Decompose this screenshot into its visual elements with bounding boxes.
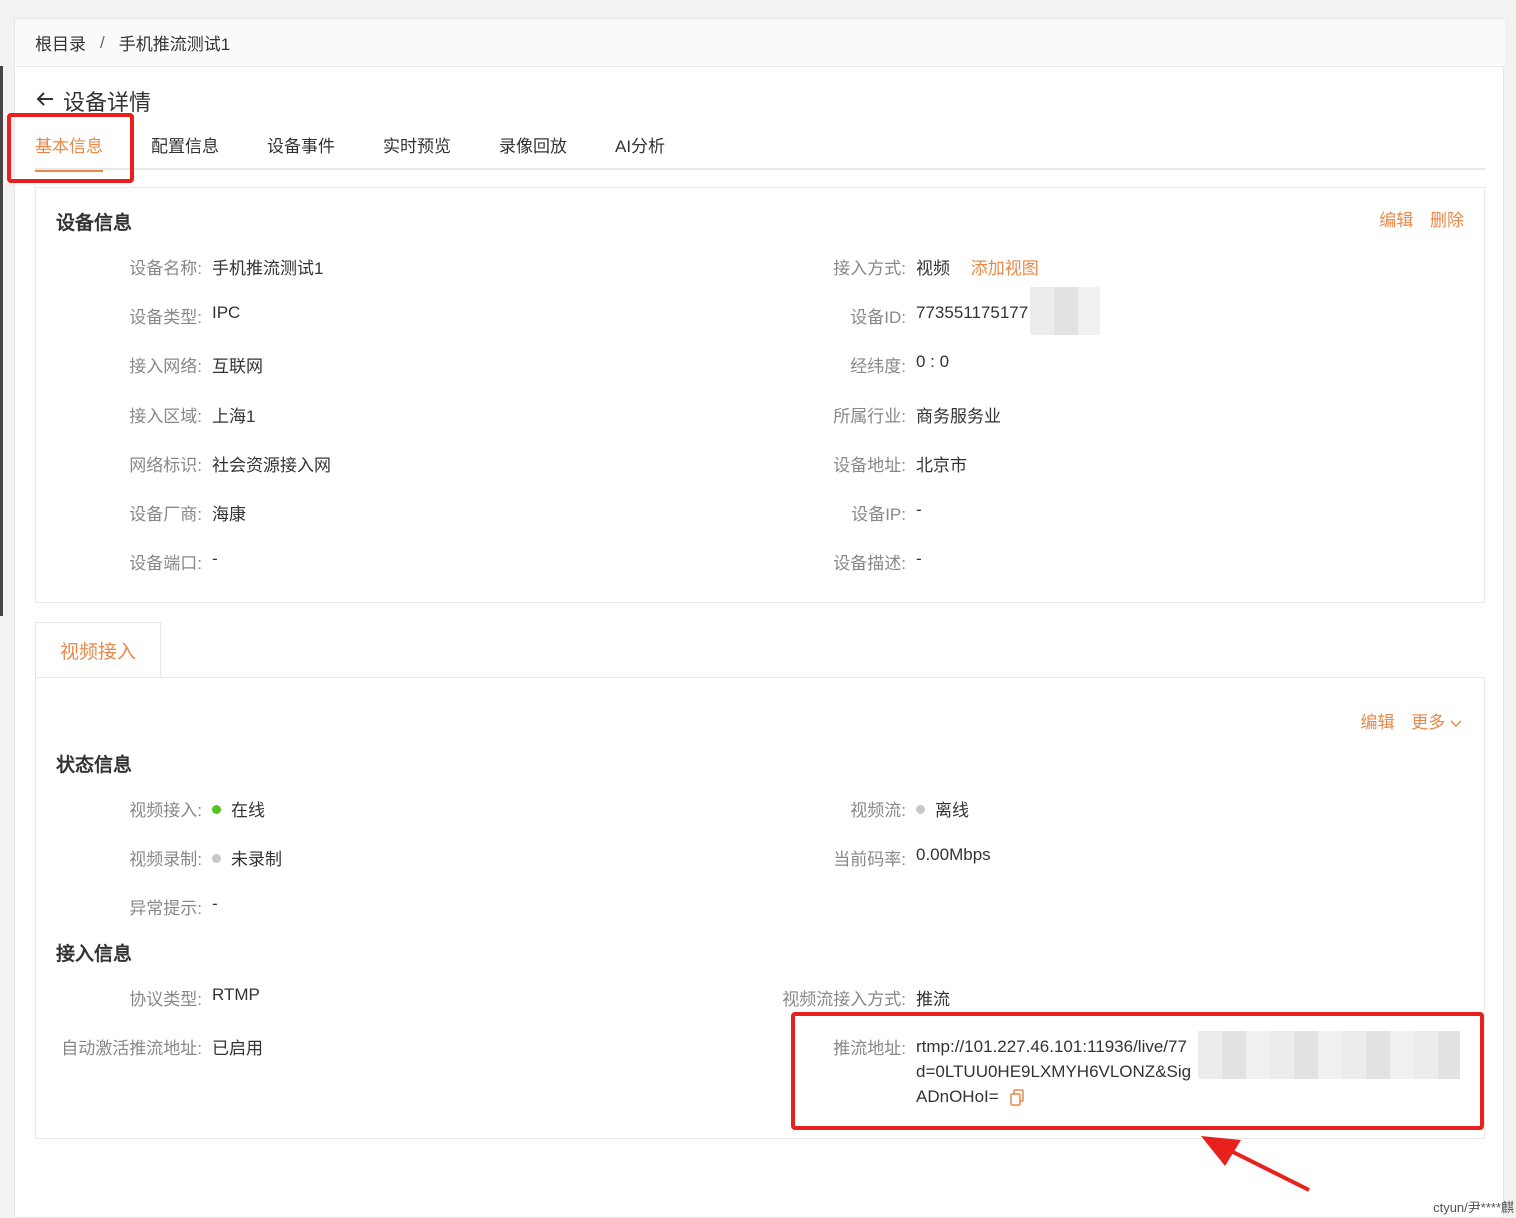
- video-access-status-value: 在线: [212, 796, 265, 821]
- chevron-down-icon: [1450, 713, 1462, 732]
- breadcrumb-root[interactable]: 根目录: [35, 30, 86, 55]
- access-mode-text: 视频: [916, 259, 950, 278]
- annotation-arrow-icon: [1201, 1136, 1310, 1192]
- protocol-value: RTMP: [212, 985, 260, 1004]
- bitrate-label: 当前码率:: [833, 850, 906, 869]
- tab-bar: 基本信息 配置信息 设备事件 实时预览 录像回放 AI分析: [35, 132, 1485, 172]
- breadcrumb-separator: /: [100, 32, 105, 52]
- vendor-label: 设备厂商:: [129, 505, 202, 524]
- highlight-box-tab: [7, 113, 134, 183]
- auto-activate-label: 自动激活推流地址:: [61, 1039, 202, 1058]
- description-value: -: [916, 549, 922, 568]
- device-type-label: 设备类型:: [129, 308, 202, 327]
- region-label: 接入区域:: [129, 407, 202, 426]
- network-tag-value: 社会资源接入网: [212, 456, 331, 475]
- device-info-actions: 编辑 删除: [1379, 206, 1464, 231]
- coordinates-value: 0 : 0: [916, 352, 950, 371]
- recording-value: 未录制: [212, 845, 282, 870]
- device-id-label: 设备ID:: [850, 308, 906, 327]
- industry-value: 商务服务业: [916, 407, 1001, 426]
- edit-button[interactable]: 编辑: [1379, 211, 1413, 230]
- device-type-value: IPC: [212, 303, 241, 322]
- add-view-link[interactable]: 添加视图: [971, 259, 1039, 278]
- watermark: ctyun/尹****麒: [1433, 1200, 1514, 1215]
- description-label: 设备描述:: [833, 554, 906, 573]
- protocol-label: 协议类型:: [129, 990, 202, 1009]
- recording-label: 视频录制:: [129, 850, 202, 869]
- alert-value: -: [212, 894, 218, 913]
- recording-text: 未录制: [231, 850, 282, 869]
- vendor-value: 海康: [212, 505, 246, 524]
- device-name-label: 设备名称:: [129, 259, 202, 278]
- industry-label: 所属行业:: [833, 407, 906, 426]
- tab-playback[interactable]: 录像回放: [499, 132, 567, 170]
- tab-ai-analysis[interactable]: AI分析: [615, 132, 665, 170]
- alert-label: 异常提示:: [129, 899, 202, 918]
- tab-config-info[interactable]: 配置信息: [151, 132, 219, 170]
- video-stream-value: 离线: [916, 796, 969, 821]
- breadcrumb: 根目录 / 手机推流测试1: [15, 19, 1505, 67]
- more-label: 更多: [1411, 713, 1446, 732]
- back-arrow-icon[interactable]: [35, 88, 55, 114]
- video-stream-label: 视频流:: [850, 801, 906, 820]
- online-status-dot: [212, 805, 221, 815]
- video-access-status-text: 在线: [231, 801, 265, 820]
- device-info-title: 设备信息: [56, 213, 133, 234]
- address-value: 北京市: [916, 456, 967, 475]
- port-label: 设备端口:: [129, 554, 202, 573]
- network-value: 互联网: [212, 357, 263, 376]
- page-root: 根目录 / 手机推流测试1 设备详情 基本信息 配置信息 设备事件 实时预览 录…: [0, 0, 1516, 1218]
- access-mode-label: 接入方式:: [833, 259, 906, 278]
- network-label: 接入网络:: [129, 357, 202, 376]
- coordinates-label: 经纬度:: [850, 357, 906, 376]
- bitrate-value: 0.00Mbps: [916, 845, 991, 864]
- port-value: -: [212, 549, 218, 568]
- recording-status-dot: [212, 854, 221, 864]
- status-info-title: 状态信息: [56, 755, 133, 776]
- device-info-card: 设备信息 编辑 删除 设备名称: 手机推流测试1 设备类型: IPC 接入网络:…: [35, 187, 1485, 603]
- video-access-actions: 编辑 更多: [1361, 708, 1462, 733]
- device-name-value: 手机推流测试1: [212, 259, 324, 278]
- offline-status-dot: [916, 805, 925, 815]
- device-id-value: 773551175177: [916, 303, 1029, 322]
- address-label: 设备地址:: [833, 456, 906, 475]
- stream-mode-value: 推流: [916, 990, 950, 1009]
- delete-button[interactable]: 删除: [1430, 211, 1464, 230]
- breadcrumb-current: 手机推流测试1: [118, 35, 231, 54]
- region-value: 上海1: [212, 407, 256, 426]
- tab-device-events[interactable]: 设备事件: [267, 132, 335, 170]
- video-access-status-label: 视频接入:: [129, 801, 202, 820]
- auto-activate-value: 已启用: [212, 1039, 263, 1058]
- more-dropdown[interactable]: 更多: [1411, 713, 1462, 732]
- device-ip-label: 设备IP:: [851, 505, 906, 524]
- access-mode-value: 视频 添加视图: [916, 254, 1039, 279]
- highlight-box-push-url: [791, 1012, 1484, 1130]
- tab-live-preview[interactable]: 实时预览: [383, 132, 451, 170]
- video-edit-button[interactable]: 编辑: [1361, 713, 1395, 732]
- tab-video-access[interactable]: 视频接入: [35, 622, 161, 678]
- stream-mode-label: 视频流接入方式:: [782, 990, 906, 1009]
- sidebar-edge: [0, 66, 3, 616]
- video-stream-text: 离线: [935, 801, 969, 820]
- device-ip-value: -: [916, 500, 922, 519]
- redaction-block: [1030, 287, 1100, 335]
- network-tag-label: 网络标识:: [129, 456, 202, 475]
- access-info-title: 接入信息: [56, 944, 133, 965]
